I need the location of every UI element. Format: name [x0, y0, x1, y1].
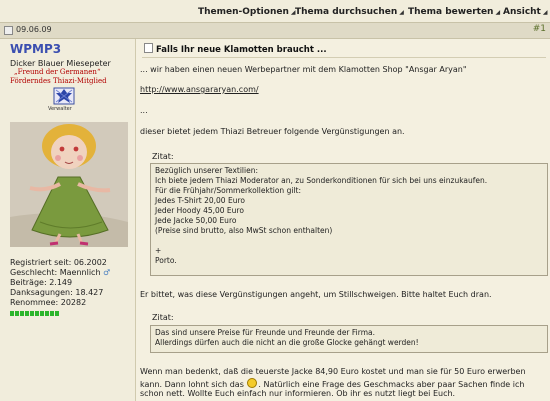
- user-avatar[interactable]: [10, 122, 128, 247]
- quote-box: Bezüglich unserer Textilien: Ich biete j…: [150, 163, 548, 276]
- quote-line: Das sind unsere Preise für Freunde und F…: [155, 328, 375, 337]
- view-label: Ansicht: [503, 7, 541, 17]
- message-line: schon nett. Wollte Euch einfach nur info…: [140, 389, 456, 398]
- thread-options-menu[interactable]: Themen-Optionen ◢: [198, 7, 295, 19]
- quote-label: Zitat:: [152, 152, 174, 161]
- dropdown-arrow-icon: ◢: [399, 9, 404, 16]
- user-group-line2: Förderndes Thiazi-Mitglied: [10, 77, 107, 85]
- reputation-pip: [15, 311, 19, 316]
- rank-emblem-icon: [53, 87, 75, 105]
- reputation-bar: [10, 309, 65, 316]
- quote-line: Jedes T-Shirt 20,00 Euro: [155, 196, 245, 205]
- quote-label: Zitat:: [152, 313, 174, 322]
- male-icon: ♂: [103, 268, 111, 277]
- reputation-pip: [55, 311, 59, 316]
- reputation-pip: [35, 311, 39, 316]
- message-line: ... wir haben einen neuen Werbepartner m…: [140, 65, 467, 74]
- quote-line: Porto.: [155, 256, 177, 265]
- message-line: Wenn man bedenkt, daß die teuerste Jacke…: [140, 367, 526, 376]
- post-status-icon: [4, 26, 13, 35]
- avatar-drawing: [10, 122, 128, 247]
- renown-value: Renommee: 20282: [10, 298, 87, 307]
- registered-since: Registriert seit: 06.2002: [10, 258, 107, 267]
- view-menu[interactable]: Ansicht ◢: [503, 7, 547, 19]
- reputation-pip: [10, 311, 14, 316]
- reputation-pip: [30, 311, 34, 316]
- document-icon: [144, 43, 153, 53]
- message-line: kann. Dann lohnt sich das . Natürlich ei…: [140, 378, 524, 389]
- quote-line: [155, 236, 543, 246]
- post-message-panel: Falls Ihr neue Klamotten braucht ... ...…: [135, 39, 550, 401]
- user-title: Dicker Blauer Miesepeter: [10, 59, 111, 68]
- post-title: Falls Ihr neue Klamotten braucht ...: [156, 45, 327, 55]
- thanks-count: Danksagungen: 18.427: [10, 288, 104, 297]
- message-text: kann. Dann lohnt sich das: [140, 380, 244, 389]
- user-group-line1: „Freund der Germanen“: [14, 68, 101, 76]
- post-header-bar: 09.06.09 #1: [0, 22, 550, 39]
- thread-toolbar: Themen-Optionen ◢ Thema durchsuchen ◢ Them…: [0, 0, 550, 20]
- shop-link-row: http://www.ansgararyan.com/: [140, 85, 259, 94]
- post-count: Beiträge: 2.149: [10, 278, 73, 287]
- quote-line: Jeder Hoody 45,00 Euro: [155, 206, 244, 215]
- search-thread-menu[interactable]: Thema durchsuchen ◢: [295, 7, 404, 19]
- gender-text: Geschlecht: Maennlich: [10, 268, 101, 277]
- quote-line: Bezüglich unserer Textilien:: [155, 166, 258, 175]
- smiley-icon: [247, 378, 258, 388]
- reputation-pip: [20, 311, 24, 316]
- post-title-row: Falls Ihr neue Klamotten braucht ...: [144, 43, 327, 55]
- quote-box: Das sind unsere Preise für Freunde und F…: [150, 325, 548, 353]
- reputation-pip: [40, 311, 44, 316]
- reputation-pip: [50, 311, 54, 316]
- message-line: dieser bietet jedem Thiazi Betreuer folg…: [140, 127, 405, 136]
- message-text: . Natürlich eine Frage des Geschmacks ab…: [258, 380, 525, 389]
- user-stats: Registriert seit: 06.2002 Geschlecht: Ma…: [10, 258, 110, 308]
- thread-options-label: Themen-Optionen: [198, 7, 289, 17]
- dropdown-arrow-icon: ◢: [542, 9, 548, 16]
- rate-thread-label: Thema bewerten: [408, 7, 494, 17]
- title-divider: [142, 57, 546, 58]
- post-number-link[interactable]: #1: [533, 24, 546, 34]
- rank-label: Verwalter: [48, 106, 72, 112]
- rate-thread-menu[interactable]: Thema bewerten ◢: [408, 7, 500, 19]
- username-link[interactable]: WPMP3: [10, 42, 61, 56]
- dropdown-arrow-icon: ◢: [495, 9, 501, 16]
- quote-line: Ich biete jedem Thiazi Moderator an, zu …: [155, 176, 488, 185]
- user-info-panel: WPMP3 Dicker Blauer Miesepeter „Freund d…: [0, 39, 133, 401]
- quote-line: Allerdings dürfen auch die nicht an die …: [155, 338, 419, 347]
- reputation-pip: [25, 311, 29, 316]
- quote-line: +: [155, 246, 162, 255]
- post-date: 09.06.09: [16, 25, 52, 34]
- gender-row: Geschlecht: Maennlich ♂: [10, 268, 110, 278]
- search-thread-label: Thema durchsuchen: [295, 7, 398, 17]
- reputation-pip: [45, 311, 49, 316]
- quote-line: (Preise sind brutto, also MwSt schon ent…: [155, 226, 333, 235]
- quote-line: Für die Frühjahr/Sommerkollektion gilt:: [155, 186, 301, 195]
- message-line: Er bittet, was diese Vergünstigungen ang…: [140, 290, 492, 299]
- quote-line: Jede Jacke 50,00 Euro: [155, 216, 237, 225]
- shop-link[interactable]: http://www.ansgararyan.com/: [140, 85, 259, 94]
- message-line: ...: [140, 106, 148, 115]
